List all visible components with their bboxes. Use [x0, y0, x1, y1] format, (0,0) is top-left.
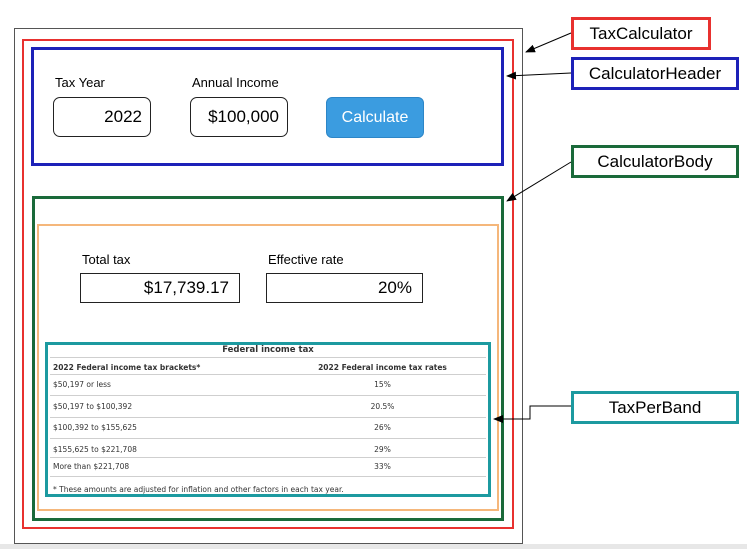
arrow-calculator-header	[506, 71, 572, 80]
arrow-calculator-body	[506, 161, 572, 202]
arrow-tax-per-band	[493, 405, 571, 423]
callout-arrows	[493, 32, 572, 423]
bottom-strip	[0, 544, 747, 549]
arrow-tax-calculator	[525, 32, 572, 53]
